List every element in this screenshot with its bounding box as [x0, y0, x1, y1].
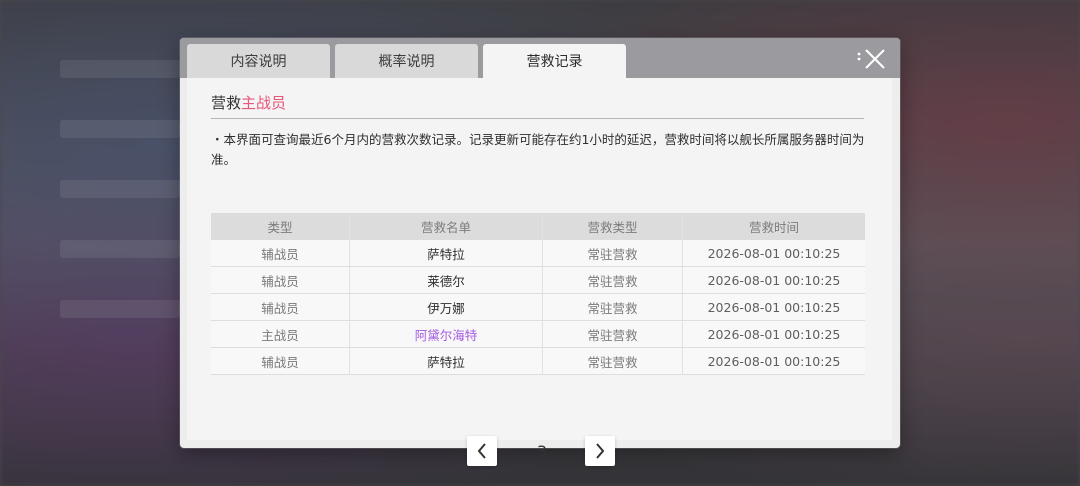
section-title: 营救主战员 [211, 92, 286, 113]
cell-type: 辅战员 [211, 240, 350, 267]
chevron-left-icon [477, 443, 486, 459]
cell-time: 2026-08-01 00:10:25 [682, 240, 865, 267]
tab-bar: 内容说明 概率说明 营救记录 [187, 44, 626, 78]
rescue-records-table: 类型 营救名单 营救类型 营救时间 辅战员 萨特拉 常驻营救 2026-08-0… [211, 213, 865, 375]
section-title-highlight: 主战员 [241, 94, 287, 112]
cell-time: 2026-08-01 00:10:25 [682, 266, 865, 294]
cell-name: 伊万娜 [349, 293, 543, 321]
column-header-type: 类型 [211, 213, 350, 240]
close-button[interactable] [856, 46, 890, 72]
table-row: 辅战员 莱德尔 常驻营救 2026-08-01 00:10:25 [211, 266, 865, 294]
cell-name: 莱德尔 [349, 266, 543, 294]
current-page-number: 3 [536, 441, 548, 461]
divider [211, 118, 864, 119]
tab-probability-description[interactable]: 概率说明 [335, 44, 478, 78]
table-row: 辅战员 伊万娜 常驻营救 2026-08-01 00:10:25 [211, 293, 865, 321]
cell-name: 萨特拉 [349, 240, 543, 267]
column-header-time: 营救时间 [682, 213, 865, 240]
tab-panel-rescue-records: 营救主战员 ・本界面可查询最近6个月内的营救次数记录。记录更新可能存在约1小时的… [187, 78, 892, 466]
pagination: 3 [467, 436, 617, 466]
cell-type: 主战员 [211, 320, 350, 348]
section-title-prefix: 营救 [211, 94, 242, 112]
prev-page-button[interactable] [467, 436, 497, 466]
cell-name: 萨特拉 [349, 347, 543, 375]
tab-content-description[interactable]: 内容说明 [187, 44, 330, 78]
column-header-name: 营救名单 [349, 213, 543, 240]
cell-type: 辅战员 [211, 347, 350, 375]
close-icon [857, 49, 885, 69]
cell-time: 2026-08-01 00:10:25 [682, 347, 865, 375]
table-header-row: 类型 营救名单 营救类型 营救时间 [211, 213, 865, 240]
table-row: 辅战员 萨特拉 常驻营救 2026-08-01 00:10:25 [211, 240, 865, 267]
cell-rescue-type: 常驻营救 [542, 240, 683, 267]
notice-text: ・本界面可查询最近6个月内的营救次数记录。记录更新可能存在约1小时的延迟，营救时… [211, 132, 865, 167]
chevron-right-icon [596, 443, 605, 459]
cell-rescue-type: 常驻营救 [542, 320, 683, 348]
cell-rescue-type: 常驻营救 [542, 347, 683, 375]
rescue-info-dialog: 内容说明 概率说明 营救记录 营救主战员 ・本界面可查询最近6个月内的营救次数记… [180, 38, 900, 466]
table-row: 主战员 阿黛尔海特 常驻营救 2026-08-01 00:10:25 [211, 320, 865, 348]
cell-type: 辅战员 [211, 266, 350, 294]
next-page-button[interactable] [585, 436, 615, 466]
cell-time: 2026-08-01 00:10:25 [682, 293, 865, 321]
cell-rescue-type: 常驻营救 [542, 266, 683, 294]
cell-rescue-type: 常驻营救 [542, 293, 683, 321]
table-row: 辅战员 萨特拉 常驻营救 2026-08-01 00:10:25 [211, 347, 865, 375]
cell-name: 阿黛尔海特 [349, 320, 543, 348]
cell-type: 辅战员 [211, 293, 350, 321]
cell-time: 2026-08-01 00:10:25 [682, 320, 865, 348]
column-header-rescue-type: 营救类型 [542, 213, 683, 240]
tab-rescue-records[interactable]: 营救记录 [483, 44, 626, 78]
